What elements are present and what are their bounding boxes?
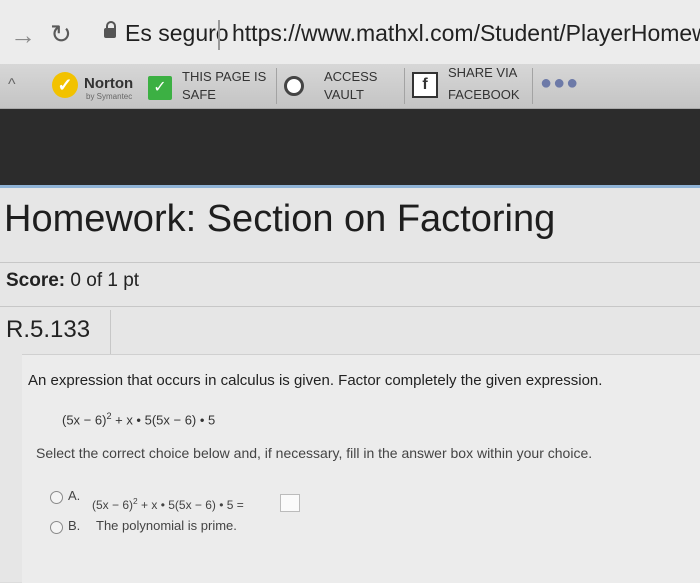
secure-label[interactable]: Es seguro bbox=[125, 20, 229, 47]
question-instruction: An expression that occurs in calculus is… bbox=[28, 372, 603, 389]
expression-base: (5x − 6) bbox=[62, 412, 107, 428]
page-safe-line2: SAFE bbox=[182, 87, 216, 102]
score-value: 0 of 1 pt bbox=[70, 270, 140, 291]
share-facebook-line1: SHARE VIA bbox=[448, 65, 518, 80]
option-b-text: The polynomial is prime. bbox=[96, 518, 237, 533]
page-header-band bbox=[0, 109, 700, 185]
question-id-divider bbox=[110, 310, 111, 354]
vault-icon[interactable] bbox=[284, 76, 304, 96]
toolbar-divider bbox=[404, 68, 405, 104]
option-a-radio[interactable] bbox=[50, 491, 63, 504]
question-id: R.5.133 bbox=[6, 316, 91, 343]
norton-brand[interactable]: Norton bbox=[84, 75, 133, 92]
norton-brand-sub: by Symantec bbox=[86, 92, 133, 101]
facebook-icon[interactable]: f bbox=[412, 72, 438, 98]
option-a-expression: (5x − 6)2 + x • 5(5x − 6) • 5 = bbox=[92, 496, 244, 512]
safe-check-icon[interactable]: ✓ bbox=[148, 76, 172, 100]
address-separator bbox=[218, 20, 220, 50]
option-b-radio[interactable] bbox=[50, 521, 63, 534]
homework-content: Homework: Section on Factoring Score: 0 … bbox=[0, 188, 700, 583]
browser-address-bar: → ↻ Es seguro https://www.mathxl.com/Stu… bbox=[0, 0, 700, 65]
page-safe-line1: THIS PAGE IS bbox=[182, 69, 267, 84]
score-label: Score: bbox=[6, 270, 66, 291]
score-line: Score: 0 of 1 pt bbox=[6, 270, 139, 292]
divider bbox=[0, 262, 700, 263]
norton-toolbar: ^ ✓ Norton by Symantec ✓ THIS PAGE IS SA… bbox=[0, 64, 700, 109]
expression-rest: + x • 5(5x − 6) • 5 bbox=[111, 412, 216, 428]
forward-arrow-icon[interactable]: → bbox=[10, 22, 36, 48]
access-vault-line2: VAULT bbox=[324, 87, 364, 102]
answer-box[interactable] bbox=[280, 494, 300, 512]
given-expression: (5x − 6)2 + x • 5(5x − 6) • 5 bbox=[62, 411, 215, 427]
reload-icon[interactable]: ↻ bbox=[50, 21, 72, 47]
collapse-caret-icon[interactable]: ^ bbox=[8, 76, 16, 94]
select-instruction: Select the correct choice below and, if … bbox=[36, 445, 593, 461]
share-facebook-line2: FACEBOOK bbox=[448, 87, 520, 102]
access-vault-button[interactable]: ACCESS VAULT bbox=[324, 68, 377, 104]
url-field[interactable]: https://www.mathxl.com/Student/PlayerHom… bbox=[232, 20, 700, 47]
norton-check-icon[interactable]: ✓ bbox=[52, 72, 78, 98]
share-facebook-button[interactable]: SHARE VIA FACEBOOK bbox=[448, 64, 520, 104]
option-a-expr-base: (5x − 6) bbox=[92, 498, 134, 512]
page-safe-button[interactable]: THIS PAGE IS SAFE bbox=[182, 68, 266, 104]
access-vault-line1: ACCESS bbox=[324, 69, 378, 84]
lock-icon bbox=[104, 21, 116, 38]
toolbar-divider bbox=[276, 68, 277, 104]
option-a-expr-rest: + x • 5(5x − 6) • 5 = bbox=[137, 498, 244, 512]
divider bbox=[0, 306, 700, 307]
page-title: Homework: Section on Factoring bbox=[4, 198, 556, 240]
toolbar-divider bbox=[532, 68, 533, 104]
option-b-label[interactable]: B. bbox=[68, 518, 80, 533]
option-a-label[interactable]: A. bbox=[68, 488, 80, 503]
more-options-icon[interactable]: ●●● bbox=[540, 72, 579, 95]
